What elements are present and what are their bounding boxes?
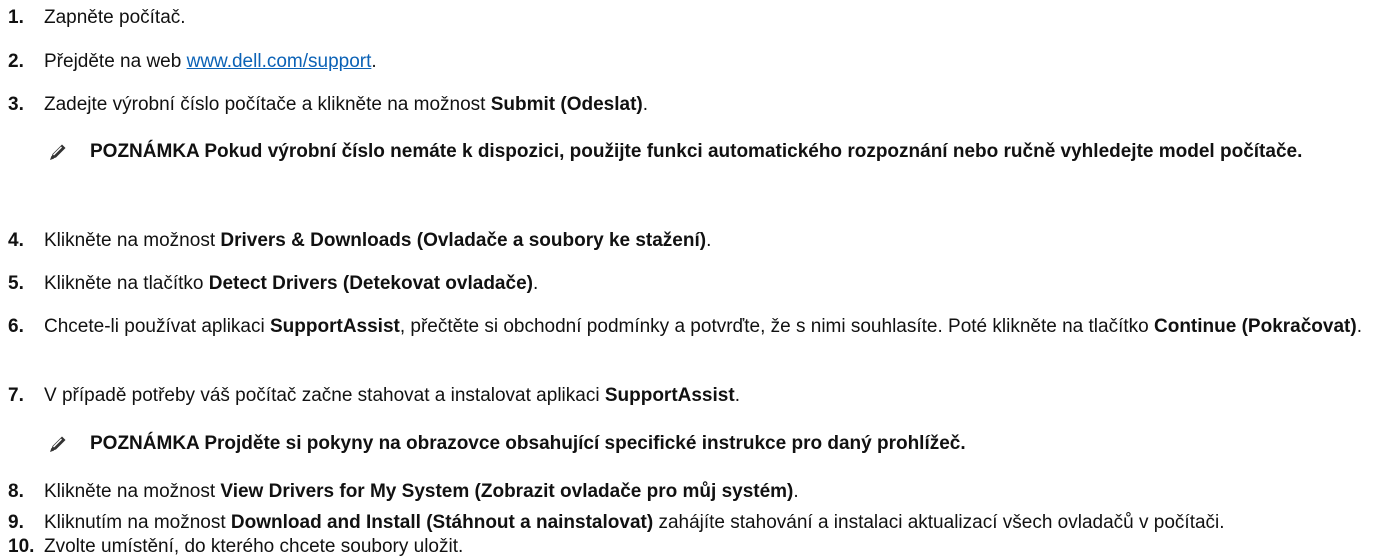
step-text: Přejděte na web [44, 51, 187, 72]
step-text: Klikněte na možnost [44, 230, 221, 251]
step-text: Kliknutím na možnost [44, 512, 231, 533]
ui-term: SupportAssist [270, 316, 400, 337]
ui-term: SupportAssist [604, 385, 735, 406]
step-1: 1. Zapněte počítač. [8, 5, 1376, 30]
step-3: 3. Zadejte výrobní číslo počítače a klik… [8, 92, 1376, 117]
step-text: Zvolte umístění, do kterého chcete soubo… [44, 536, 464, 557]
step-8: 8. Klikněte na možnost View Drivers for … [8, 479, 1376, 504]
step-9: 9. Kliknutím na možnost Download and Ins… [8, 510, 1376, 535]
step-text: Zadejte výrobní číslo počítače a kliknět… [44, 94, 491, 115]
step-text: Chcete-li používat aplikaci [44, 316, 270, 337]
step-text: Zapněte počítač. [44, 7, 186, 28]
step-number: 5. [8, 273, 24, 294]
step-number: 1. [8, 7, 24, 28]
ui-term: View Drivers for My System (Zobrazit ovl… [220, 481, 794, 502]
step-7: 7. V případě potřeby váš počítač začne s… [8, 383, 1376, 408]
step-number: 7. [8, 385, 24, 406]
step-text: . [706, 230, 712, 251]
note-pencil-icon [50, 144, 66, 160]
note-text: Projděte si pokyny na obrazovce obsahují… [204, 433, 966, 454]
step-number: 2. [8, 51, 24, 72]
step-text: . [1356, 316, 1362, 337]
step-number: 6. [8, 316, 24, 337]
step-number: 4. [8, 230, 24, 251]
step-text: . [734, 385, 740, 406]
step-number: 9. [8, 512, 24, 533]
ui-term: Drivers & Downloads (Ovladače a soubory … [220, 230, 707, 251]
step-text: Klikněte na možnost [44, 481, 221, 502]
step-number: 3. [8, 94, 24, 115]
step-text: . [793, 481, 799, 502]
step-text: , přečtěte si obchodní podmínky a potvrď… [399, 316, 1154, 337]
ui-term: Detect Drivers (Detekovat ovladače) [208, 273, 533, 294]
support-link[interactable]: www.dell.com/support [187, 51, 372, 72]
instruction-list: 1. Zapněte počítač. 2. Přejděte na web w… [0, 0, 1386, 559]
ui-term: Submit (Odeslat) [490, 94, 643, 115]
step-text: Klikněte na tlačítko [44, 273, 209, 294]
step-text: . [371, 51, 377, 72]
step-4: 4. Klikněte na možnost Drivers & Downloa… [8, 228, 1376, 253]
step-5: 5. Klikněte na tlačítko Detect Drivers (… [8, 271, 1376, 296]
step-text: . [642, 94, 649, 115]
note-pencil-icon [50, 436, 66, 452]
step-6: 6. Chcete-li používat aplikaci SupportAs… [8, 314, 1376, 339]
step-number: 10. [8, 536, 35, 557]
step-10: 10. Zvolte umístění, do kterého chcete s… [8, 534, 1376, 559]
note-label: POZNÁMKA [90, 141, 200, 162]
ui-term: Continue (Pokračovat) [1154, 316, 1357, 337]
note-1: POZNÁMKA Pokud výrobní číslo nemáte k di… [48, 135, 1374, 168]
step-number: 8. [8, 481, 24, 502]
step-text: V případě potřeby váš počítač začne stah… [44, 385, 605, 406]
step-text: zahájíte stahování a instalaci aktualiza… [653, 512, 1225, 533]
note-label: POZNÁMKA [90, 433, 200, 454]
ui-term: Download and Install (Stáhnout a nainsta… [230, 512, 654, 533]
step-2: 2. Přejděte na web www.dell.com/support. [8, 49, 1376, 74]
step-text: . [532, 273, 539, 294]
note-2: POZNÁMKA Projděte si pokyny na obrazovce… [48, 427, 1374, 460]
note-text: Pokud výrobní číslo nemáte k dispozici, … [204, 141, 1303, 162]
